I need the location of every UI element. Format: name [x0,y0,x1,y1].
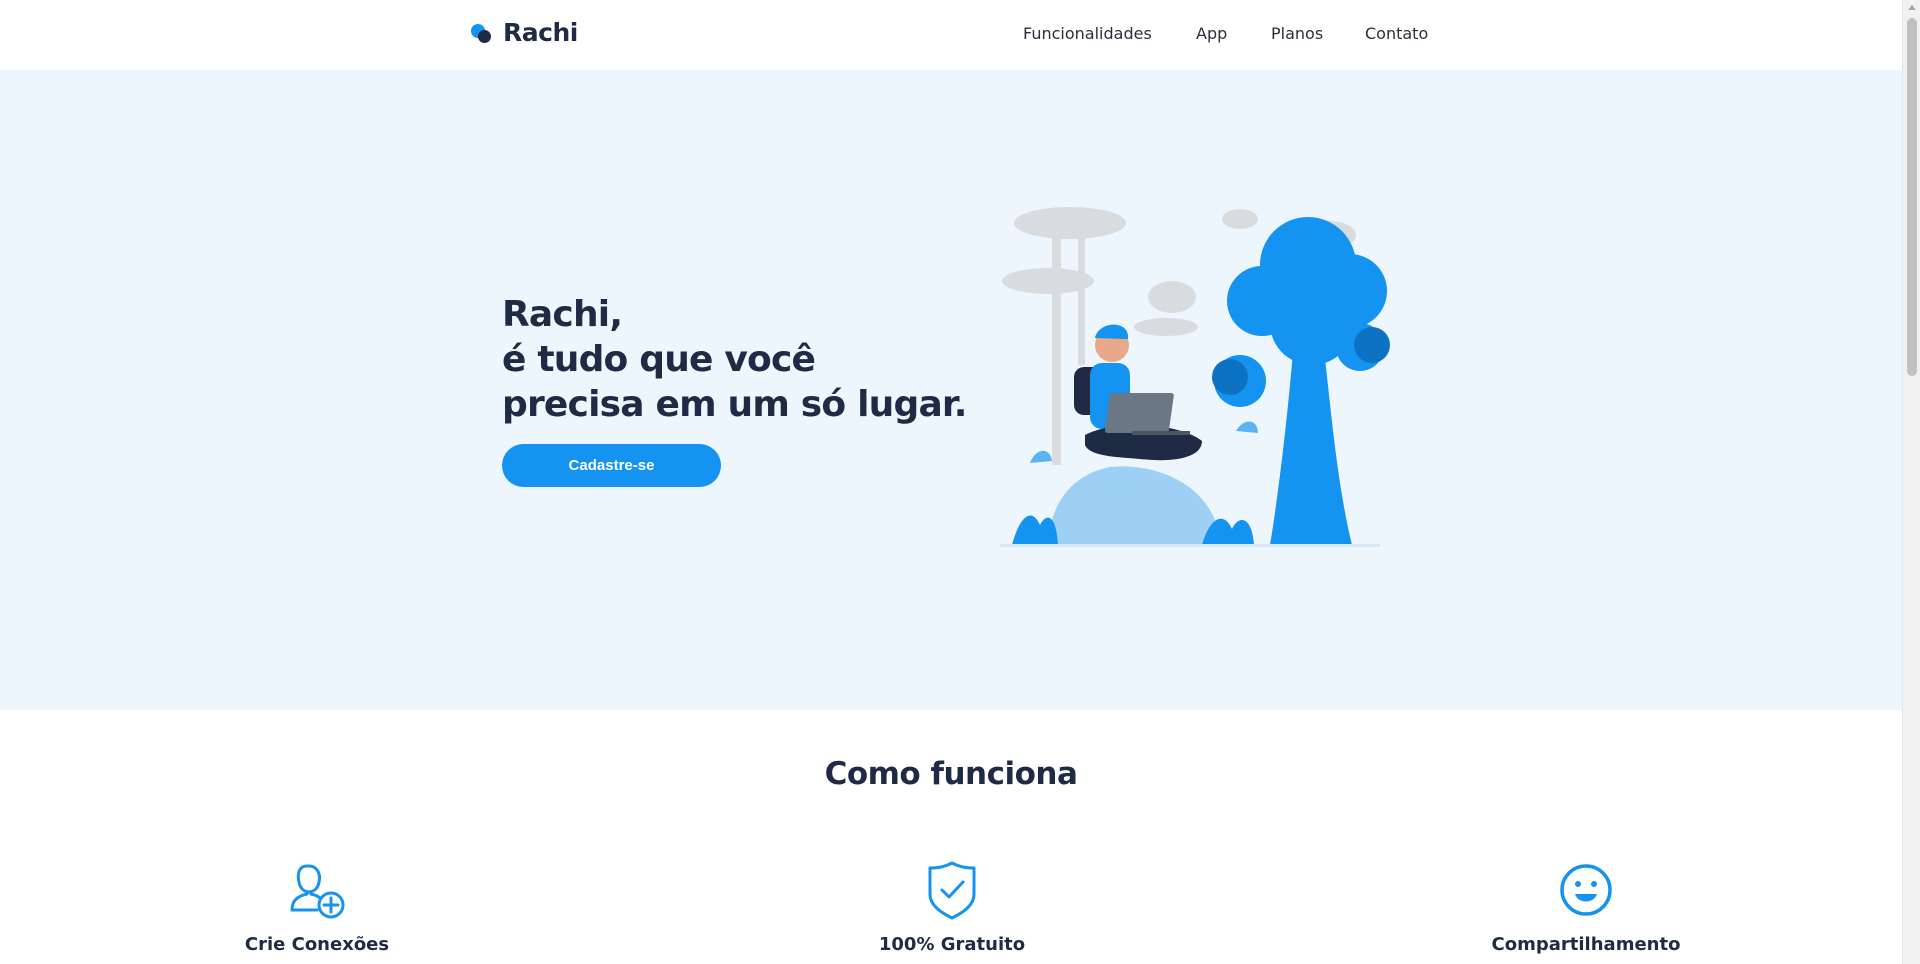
site-header: Rachi Funcionalidades App Planos Contato [0,0,1902,70]
hero-title: Rachi, é tudo que você precisa em um só … [502,292,967,427]
feature-label: Crie Conexões [244,934,390,955]
brand-logo[interactable]: Rachi [471,18,578,47]
feature-free: 100% Gratuito [832,860,1072,955]
add-user-icon [290,864,345,919]
feature-create-connections: Crie Conexões [197,860,437,955]
signup-button[interactable]: Cadastre-se [502,444,721,487]
feature-label: Compartilhamento [1491,934,1681,955]
feature-label: 100% Gratuito [878,934,1026,955]
hero-title-line: precisa em um só lugar. [502,384,967,425]
nav-link-app[interactable]: App [1196,24,1227,43]
scrollbar-thumb[interactable] [1907,18,1917,376]
section-title-how-it-works: Como funciona [824,756,1078,792]
nav-link-funcionalidades[interactable]: Funcionalidades [1023,24,1152,43]
hero-illustration [1000,207,1390,547]
nav-link-planos[interactable]: Planos [1271,24,1323,43]
hero-title-line: é tudo que você [502,339,816,380]
nav-link-contato[interactable]: Contato [1365,24,1428,43]
smiley-icon [1560,864,1612,916]
logo-mark-icon [471,22,493,44]
feature-sharing: Compartilhamento [1466,860,1706,955]
scroll-up-arrow-icon[interactable] [1908,5,1916,10]
brand-name: Rachi [503,18,578,47]
shield-check-icon [928,861,976,920]
hero-title-line: Rachi, [502,294,623,335]
page-scrollbar[interactable] [1902,0,1920,964]
